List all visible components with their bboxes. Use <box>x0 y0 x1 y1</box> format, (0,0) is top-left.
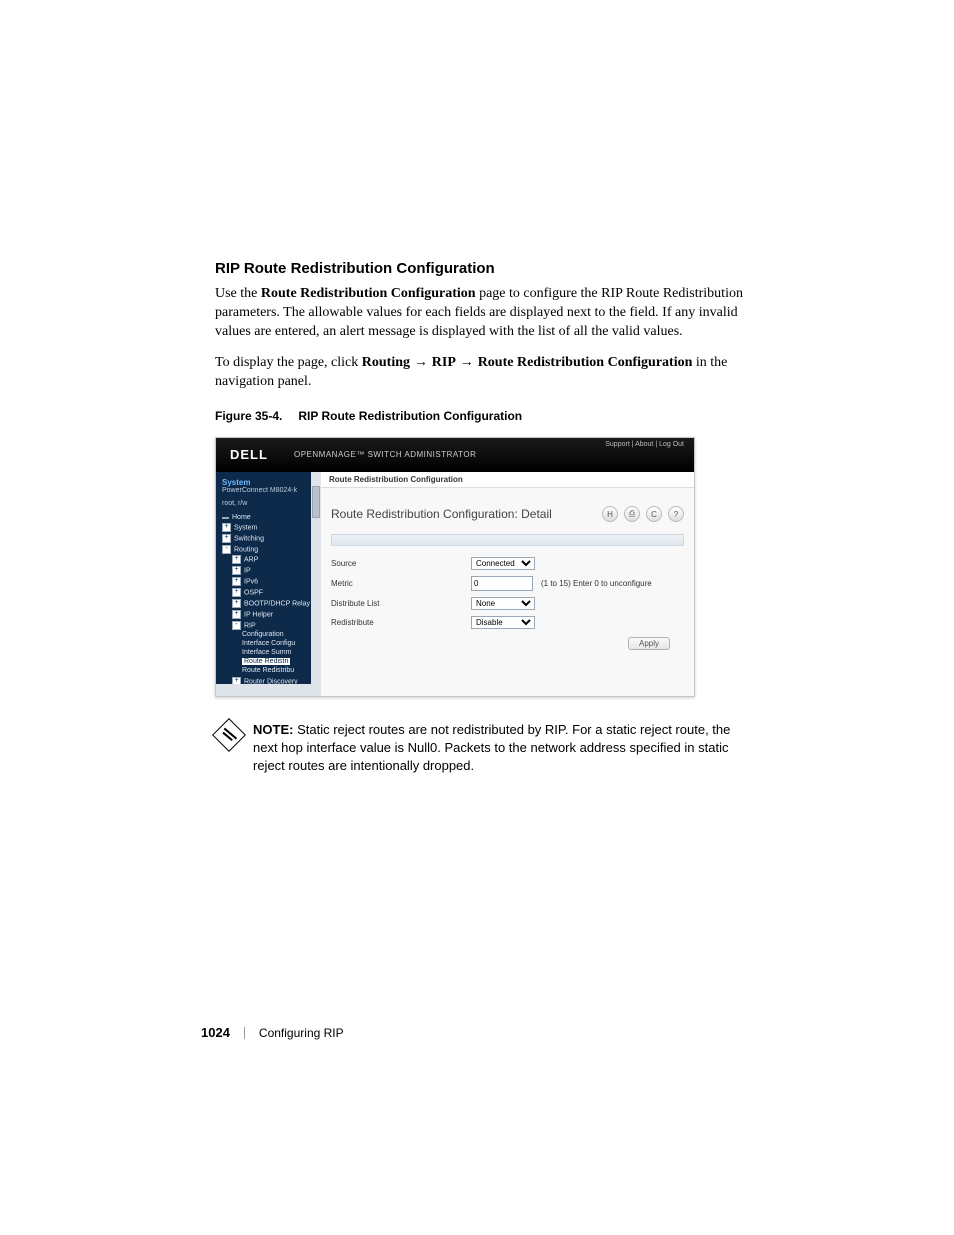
tree-label: Switching <box>234 536 264 543</box>
footer-section: Configuring RIP <box>259 1026 344 1040</box>
app-header: Support | About | Log Out DELL OPENMANAG… <box>216 438 694 472</box>
page-footer: 1024 Configuring RIP <box>201 1025 344 1040</box>
tree-label: ARP <box>244 557 258 564</box>
page-number: 1024 <box>201 1025 230 1040</box>
p2-b1: Routing <box>362 355 410 370</box>
tree-label: OSPF <box>244 590 263 597</box>
breadcrumb: Route Redistribution Configuration <box>321 472 694 488</box>
tree-rip-ifconf[interactable]: Interface Configu <box>242 639 317 648</box>
tree-label: Route Redistribu <box>242 667 294 674</box>
save-icon[interactable]: H <box>602 506 618 522</box>
row-source: Source Connected <box>331 554 684 573</box>
tree-label: Interface Summ <box>242 649 291 656</box>
metric-input[interactable] <box>471 576 533 591</box>
sidebar-user: root, r/w <box>222 500 317 507</box>
source-select[interactable]: Connected <box>471 557 535 570</box>
tree-switching[interactable]: +Switching <box>222 533 317 544</box>
footer-separator <box>244 1027 245 1039</box>
section-bar <box>331 534 684 546</box>
figure-number: Figure 35-4. <box>215 409 282 423</box>
nav-sidebar: System PowerConnect M8024-k root, r/w Ho… <box>216 472 321 696</box>
tree-rip-rredis[interactable]: Route Redistri <box>242 657 317 666</box>
tree-rip[interactable]: -RIP Configuration Interface Configu Int… <box>232 620 317 676</box>
redis-select[interactable]: Disable <box>471 616 535 629</box>
tree-rip-rredis2[interactable]: Route Redistribu <box>242 666 317 675</box>
tree-iphelper[interactable]: +IP Helper <box>232 609 317 620</box>
p1-lead: Use the <box>215 286 261 301</box>
apply-button[interactable]: Apply <box>628 637 670 650</box>
note-label: NOTE: <box>253 722 293 737</box>
nav-tree: Home +System +Switching -Routing +ARP +I… <box>222 513 317 696</box>
dist-label: Distribute List <box>331 599 471 608</box>
tree-label: Routing <box>234 547 258 554</box>
note-block: NOTE: Static reject routes are not redis… <box>215 721 744 774</box>
tree-bootp[interactable]: +BOOTP/DHCP Relay <box>232 598 317 609</box>
main-panel: Route Redistribution Configuration Route… <box>321 472 694 696</box>
tree-ipv6[interactable]: +IPv6 <box>232 576 317 587</box>
help-icon[interactable]: ? <box>668 506 684 522</box>
row-redistribute: Redistribute Disable <box>331 613 684 632</box>
print-icon[interactable]: ⎙ <box>624 506 640 522</box>
tree-label: BOOTP/DHCP Relay <box>244 601 310 608</box>
p2-b3: Route Redistribution Configuration <box>478 355 693 370</box>
sidebar-scrollbar-v[interactable] <box>311 472 321 684</box>
screenshot-frame: Support | About | Log Out DELL OPENMANAG… <box>215 437 695 697</box>
tree-ip[interactable]: +IP <box>232 565 317 576</box>
dist-select[interactable]: None <box>471 597 535 610</box>
tree-rip-ifsum[interactable]: Interface Summ <box>242 648 317 657</box>
tree-routing[interactable]: -Routing +ARP +IP +IPv6 +OSPF +BOOTP/DHC… <box>222 544 317 696</box>
note-icon <box>212 718 246 752</box>
tree-label-selected: Route Redistri <box>242 658 290 665</box>
tree-label: RIP <box>244 623 256 630</box>
panel-title: Route Redistribution Configuration: Deta… <box>331 507 552 521</box>
tree-label: IP <box>244 568 251 575</box>
tree-home[interactable]: Home <box>222 513 317 522</box>
arrow-icon: → <box>456 353 478 369</box>
sidebar-system-label: System <box>222 478 317 487</box>
p2-b2: RIP <box>432 355 456 370</box>
source-label: Source <box>331 559 471 568</box>
figure-caption: Figure 35-4. RIP Route Redistribution Con… <box>215 409 744 423</box>
tree-label: Interface Configu <box>242 640 295 647</box>
tree-label: System <box>234 525 257 532</box>
row-distlist: Distribute List None <box>331 594 684 613</box>
tree-label: IP Helper <box>244 612 273 619</box>
arrow-icon: → <box>410 353 432 369</box>
p2-lead: To display the page, click <box>215 355 362 370</box>
metric-label: Metric <box>331 579 471 588</box>
figure-title: RIP Route Redistribution Configuration <box>298 409 522 423</box>
config-form: Source Connected Metric (1 to 15) Enter … <box>321 554 694 632</box>
metric-hint: (1 to 15) Enter 0 to unconfigure <box>541 579 652 588</box>
product-name: OPENMANAGE™ SWITCH ADMINISTRATOR <box>294 450 476 459</box>
header-links[interactable]: Support | About | Log Out <box>605 441 684 448</box>
tree-label: Home <box>232 514 251 521</box>
sidebar-device-name: PowerConnect M8024-k <box>222 487 317 494</box>
paragraph-2: To display the page, click Routing → RIP… <box>215 352 744 392</box>
tree-system[interactable]: +System <box>222 522 317 533</box>
tree-label: Configuration <box>242 631 284 638</box>
row-metric: Metric (1 to 15) Enter 0 to unconfigure <box>331 573 684 594</box>
tree-ospf[interactable]: +OSPF <box>232 587 317 598</box>
paragraph-1: Use the Route Redistribution Configurati… <box>215 285 744 342</box>
sidebar-scrollbar-h[interactable] <box>216 684 321 696</box>
p1-bold: Route Redistribution Configuration <box>261 286 476 301</box>
redis-label: Redistribute <box>331 618 471 627</box>
tree-label: IPv6 <box>244 579 258 586</box>
note-text: Static reject routes are not redistribut… <box>253 722 730 772</box>
refresh-icon[interactable]: C <box>646 506 662 522</box>
tree-arp[interactable]: +ARP <box>232 554 317 565</box>
section-heading: RIP Route Redistribution Configuration <box>215 260 744 277</box>
tree-rip-conf[interactable]: Configuration <box>242 630 317 639</box>
brand-logo: DELL <box>230 447 268 462</box>
